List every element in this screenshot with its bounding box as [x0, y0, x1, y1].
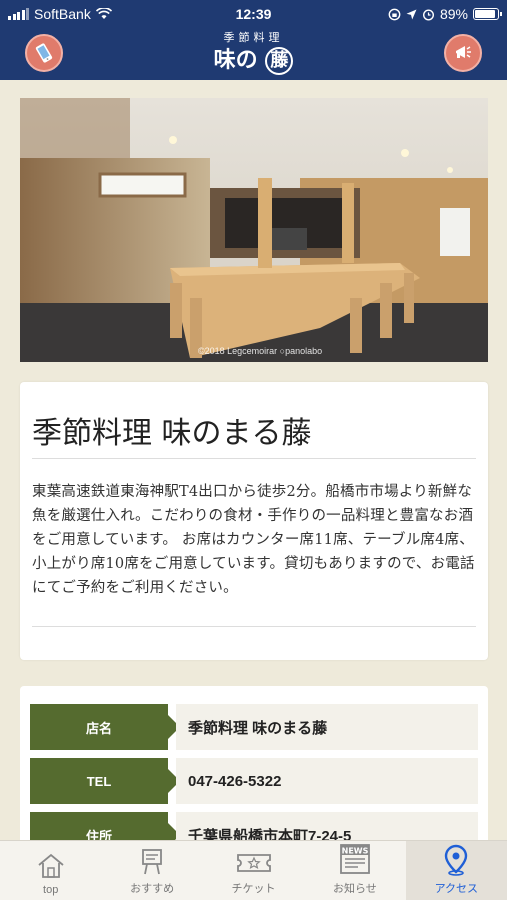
detail-row-name: 店名 季節料理 味のまる藤: [30, 704, 478, 750]
lock-rotation-icon: [388, 8, 401, 20]
detail-value: 季節料理 味のまる藤: [176, 704, 478, 750]
divider: [32, 458, 476, 459]
panorama-photo-card[interactable]: ©2018 Legcemoirar ○panolabo: [20, 98, 488, 362]
signboard-icon: [142, 849, 163, 875]
logo-subtitle: 季節料理: [223, 31, 284, 44]
tab-label: おすすめ: [130, 883, 175, 895]
shop-details-table: 店名 季節料理 味のまる藤 TEL 047-426-5322 住所 千葉県船橋市…: [20, 686, 488, 840]
shop-title: 季節料理 味のまる藤: [32, 416, 312, 451]
megaphone-icon: [456, 46, 471, 58]
home-icon: [38, 853, 64, 878]
ticket-icon: [236, 854, 271, 872]
shop-intro-card: 季節料理 味のまる藤 東葉高速鉄道東海神駅T4出口から徒歩2分。船橋市市場より新…: [20, 382, 488, 660]
news-icon: NEWS: [340, 844, 370, 874]
tab-ticket[interactable]: チケット: [203, 841, 304, 900]
carrier-label: SoftBank: [34, 6, 91, 22]
tab-label: チケット: [231, 883, 276, 895]
tab-label: お知らせ: [333, 883, 377, 895]
detail-label: 店名: [30, 704, 180, 750]
battery-icon: [473, 8, 502, 20]
status-bar: SoftBank 12:39 89%: [0, 0, 507, 28]
detail-label: TEL: [30, 758, 180, 804]
shop-description: 東葉高速鉄道東海神駅T4出口から徒歩2分。船橋市市場より新鮮な魚を厳選仕入れ。こ…: [32, 484, 475, 596]
detail-row-tel[interactable]: TEL 047-426-5322: [30, 758, 478, 804]
alarm-icon: [422, 8, 434, 21]
tab-recommend[interactable]: おすすめ: [101, 841, 202, 900]
location-arrow-icon: [406, 9, 417, 19]
tab-top[interactable]: top: [0, 841, 101, 900]
logo-circle-mark: 藤: [265, 47, 294, 75]
signal-icon: [8, 8, 29, 20]
tab-label: アクセス: [434, 883, 479, 895]
restaurant-interior-photo[interactable]: ©2018 Legcemoirar ○panolabo: [20, 98, 488, 362]
svg-text:NEWS: NEWS: [342, 847, 369, 856]
logo-text: 味の: [213, 47, 258, 73]
detail-label: 住所: [30, 812, 180, 840]
tab-access[interactable]: アクセス: [405, 841, 507, 900]
tab-label: top: [43, 884, 59, 896]
detail-value: 千葉県船橋市本町7-24-5: [176, 812, 478, 840]
map-pin-icon: [445, 844, 468, 876]
main-content[interactable]: ©2018 Legcemoirar ○panolabo 季節料理 味のまる藤 東…: [0, 80, 507, 840]
shop-logo: 季節料理 味の 藤: [0, 30, 507, 75]
battery-percent: 89%: [439, 6, 468, 22]
phone-number-link[interactable]: 047-426-5322: [176, 758, 478, 804]
divider: [32, 626, 476, 627]
detail-row-address: 住所 千葉県船橋市本町7-24-5: [30, 812, 478, 840]
wifi-icon: [95, 8, 112, 19]
megaphone-button[interactable]: [444, 34, 482, 72]
bottom-tab-bar: top おすすめ チケット NEWS お知らせ アクセス: [0, 840, 507, 900]
photo-credit: ©2018 Legcemoirar ○panolabo: [198, 346, 323, 356]
tab-news[interactable]: NEWS お知らせ: [304, 841, 405, 900]
app-header: 季節料理 味の 藤: [0, 28, 507, 80]
